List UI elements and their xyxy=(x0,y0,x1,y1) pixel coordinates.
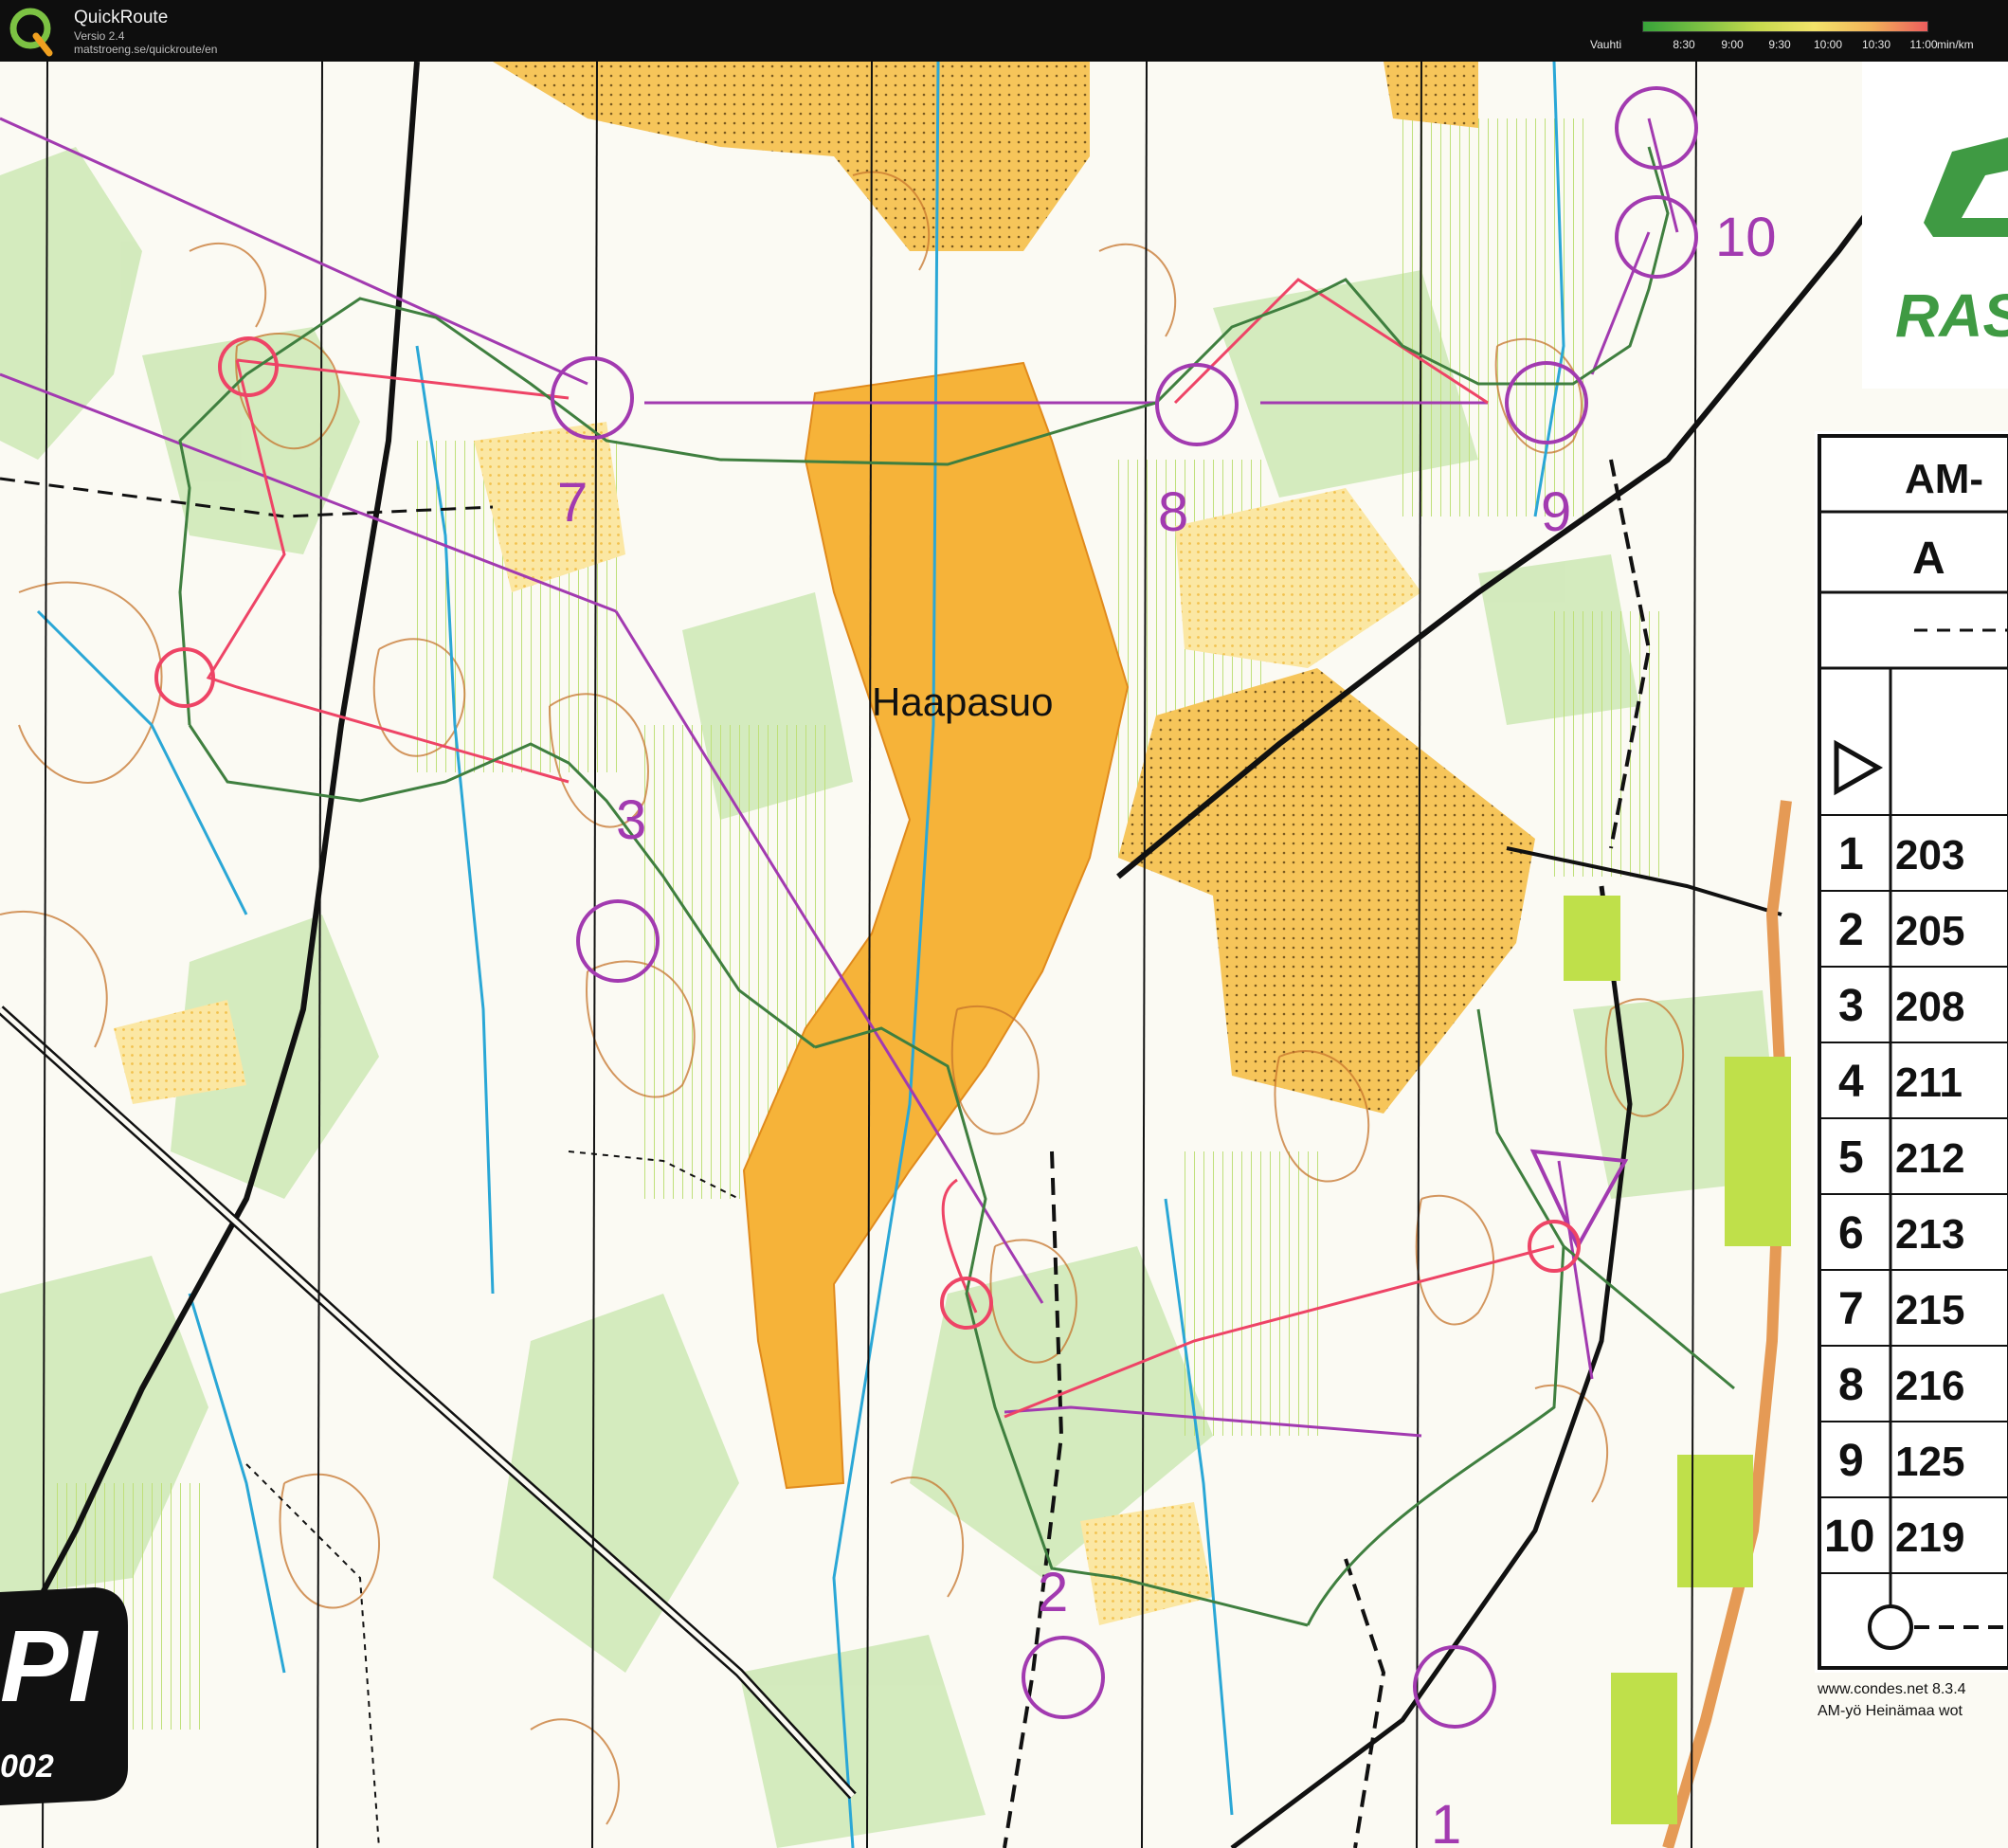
card-row-num: 4 xyxy=(1838,1057,1864,1107)
card-row-code: 219 xyxy=(1895,1514,1964,1561)
app-header: QuickRoute Versio 2.4 matstroeng.se/quic… xyxy=(0,0,2008,62)
svg-text:RAS: RAS xyxy=(1895,281,2008,350)
place-name: Haapasuo xyxy=(872,679,1053,724)
control-description-card: AM- A 1 203 2 205 3 208 4 211 5 212 6 21… xyxy=(1815,431,2008,1719)
card-row-code: 203 xyxy=(1895,832,1964,879)
card-row-num: 6 xyxy=(1838,1208,1864,1259)
card-row-num: 1 xyxy=(1838,829,1864,879)
pace-tick: 10:30 xyxy=(1861,38,1891,51)
card-row-code: 211 xyxy=(1895,1060,1963,1106)
card-footer-event: AM-yö Heinämaa wot xyxy=(1818,1703,1963,1719)
card-row-num: 9 xyxy=(1838,1436,1864,1486)
card-row-code: 215 xyxy=(1895,1287,1964,1333)
card-row-num: 3 xyxy=(1838,981,1864,1031)
card-row-code: 205 xyxy=(1895,908,1964,954)
app-version: Versio 2.4 xyxy=(74,29,125,43)
card-row-num: 2 xyxy=(1838,905,1864,955)
card-row-num: 5 xyxy=(1838,1132,1864,1183)
map-canvas[interactable]: 1 2 3 7 8 9 10 Haapasuo RAS PI 002 AM- A xyxy=(0,62,2008,1848)
pace-tick: 11:00 xyxy=(1909,38,1938,51)
card-footer-url: www.condes.net 8.3.4 xyxy=(1817,1681,1966,1697)
control-number-1: 1 xyxy=(1431,1794,1461,1848)
pace-tick: 8:30 xyxy=(1673,38,1695,51)
control-number-2: 2 xyxy=(1038,1562,1068,1623)
card-row-code: 125 xyxy=(1895,1439,1964,1485)
quickroute-logo-icon xyxy=(9,8,53,57)
event-logo: PI 002 xyxy=(0,1587,128,1805)
pace-unit: min/km xyxy=(1937,38,1974,51)
app-title: QuickRoute xyxy=(74,8,169,27)
pace-tick: 9:00 xyxy=(1721,38,1744,51)
card-row-num: 7 xyxy=(1838,1284,1864,1334)
card-row-code: 213 xyxy=(1895,1211,1964,1258)
card-row-code: 216 xyxy=(1895,1363,1964,1409)
card-row-code: 212 xyxy=(1895,1135,1964,1182)
control-number-7: 7 xyxy=(557,472,588,534)
control-number-8: 8 xyxy=(1158,481,1188,543)
card-row-code: 208 xyxy=(1895,984,1964,1030)
control-number-10: 10 xyxy=(1715,207,1777,268)
app-url[interactable]: matstroeng.se/quickroute/en xyxy=(74,43,217,56)
svg-text:PI: PI xyxy=(0,1608,99,1723)
pace-label: Vauhti xyxy=(1590,38,1622,51)
svg-text:002: 002 xyxy=(0,1748,54,1785)
orienteering-map[interactable]: 1 2 3 7 8 9 10 Haapasuo RAS PI 002 AM- A xyxy=(0,62,2008,1848)
sponsor-logo: RAS xyxy=(1862,62,2008,389)
pace-color-scale xyxy=(1642,21,1928,32)
card-row-num: 10 xyxy=(1824,1512,1874,1562)
card-header-code: AM- xyxy=(1905,456,1983,502)
control-number-9: 9 xyxy=(1541,481,1571,543)
control-number-3: 3 xyxy=(616,789,646,851)
pace-tick: 10:00 xyxy=(1813,38,1843,51)
pace-tick: 9:30 xyxy=(1768,38,1791,51)
card-class: A xyxy=(1912,534,1945,584)
card-row-num: 8 xyxy=(1838,1360,1864,1410)
